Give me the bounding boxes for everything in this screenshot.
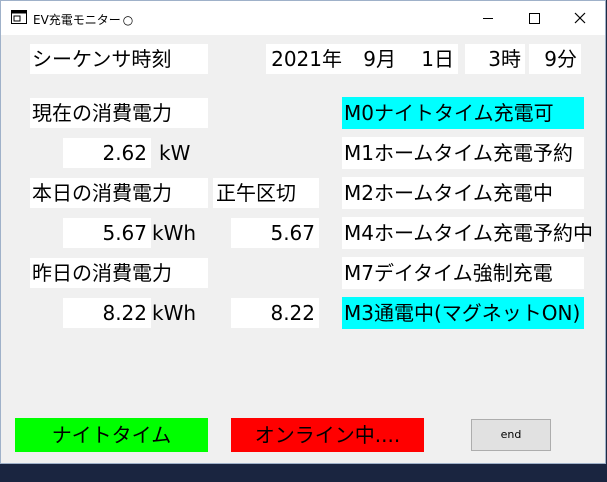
sequencer-minute: 9分 [529,44,581,74]
sequencer-year: 2021年 [266,44,344,74]
sequencer-hour: 3時 [465,44,525,74]
noon-division-label: 正午区切 [213,178,319,208]
today-noon-value: 5.67 [231,218,319,248]
sequencer-time-label: シーケンサ時刻 [30,44,208,74]
title-bar[interactable]: EV充電モニター ○ [1,1,605,35]
yesterday-power-label: 昨日の消費電力 [30,258,208,288]
maximize-button[interactable] [511,1,557,35]
today-power-unit: kWh [152,221,197,245]
status-m0-night-charge: M0ナイトタイム充電可 [342,97,584,129]
window-title-text: EV充電モニター [33,13,121,27]
desktop-background-strip [0,464,607,482]
status-m4-home-reserving: M4ホームタイム充電予約中 [342,217,593,249]
current-power-value: 2.62 [63,138,151,168]
yesterday-power-unit: kWh [152,301,197,325]
app-window: EV充電モニター ○ シーケンサ時刻 2021年 9月 1日 3時 9分 現在の消… [0,0,606,464]
close-icon [574,12,586,24]
maximize-icon [528,12,540,24]
yesterday-power-value: 8.22 [63,298,151,328]
current-power-label: 現在の消費電力 [30,98,208,128]
time-mode-indicator: ナイトタイム [15,418,208,452]
app-window-icon [11,10,27,24]
yesterday-noon-value: 8.22 [231,298,319,328]
minimize-button[interactable] [465,1,511,35]
end-button[interactable]: end [471,419,551,451]
status-m2-home-charging: M2ホームタイム充電中 [342,177,584,209]
sequencer-month: 9月 [344,44,400,74]
title-status-glyph: ○ [122,13,134,27]
status-m3-energized: M3通電中(マグネットON) [342,297,584,329]
close-button[interactable] [557,1,603,35]
today-power-value: 5.67 [63,218,151,248]
window-title: EV充電モニター ○ [33,11,133,28]
sequencer-day: 1日 [400,44,458,74]
current-power-unit: kW [159,141,191,165]
minimize-icon [483,17,493,19]
status-m7-daytime-force: M7デイタイム強制充電 [342,257,584,289]
online-indicator: オンライン中.... [231,418,424,452]
status-m1-home-reserve: M1ホームタイム充電予約 [342,137,584,169]
today-power-label: 本日の消費電力 [30,178,208,208]
